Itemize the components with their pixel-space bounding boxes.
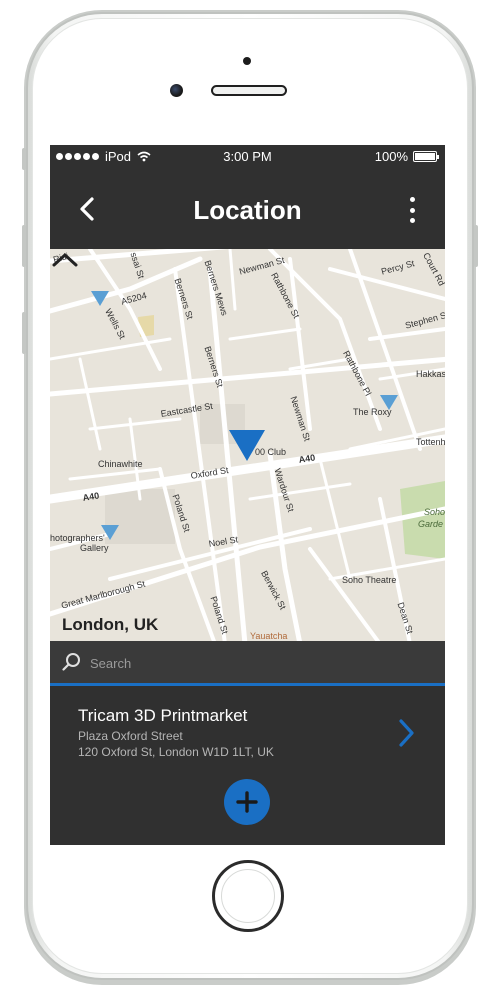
map-label: Soho Sq <box>424 507 445 517</box>
chevron-up-icon[interactable] <box>50 249 80 269</box>
map-label: Hakkas <box>416 369 445 379</box>
page-title: Location <box>193 195 302 225</box>
map-label: Soho Theatre <box>342 575 397 585</box>
chevron-right-icon[interactable] <box>394 716 418 750</box>
map-label: 00 Club <box>255 447 287 457</box>
earpiece-speaker <box>211 85 287 96</box>
volume-down-button <box>22 312 26 354</box>
plus-icon <box>236 791 258 813</box>
status-right: 100% <box>374 149 439 164</box>
search-input[interactable] <box>90 653 420 673</box>
power-button <box>474 225 478 267</box>
front-camera <box>170 84 183 97</box>
proximity-sensor <box>243 57 251 65</box>
map-label: hotographers' <box>50 533 105 543</box>
search-icon <box>62 653 80 671</box>
battery-icon <box>413 151 439 162</box>
map-label: Garde <box>418 519 444 529</box>
map-label: Yauatcha <box>250 631 288 641</box>
status-bar: iPod 3:00 PM 100% <box>50 145 445 167</box>
map-label: Gallery <box>80 543 109 553</box>
poi-marker[interactable] <box>91 291 109 306</box>
nav-bar: Location <box>50 167 445 249</box>
map-label: The Roxy <box>353 407 392 417</box>
map-view[interactable]: Ridi ssai St A5204 Wells St Berners St B… <box>50 249 445 641</box>
location-label: London, UK <box>62 615 159 634</box>
volume-up-button <box>22 225 26 267</box>
more-vertical-icon[interactable] <box>407 197 417 223</box>
home-button[interactable] <box>212 860 284 932</box>
map-label: Chinawhite <box>98 459 143 469</box>
battery-percent: 100% <box>374 149 408 164</box>
map-label: Tottenh <box>416 437 445 447</box>
mute-switch <box>22 148 26 170</box>
search-bar <box>50 641 445 686</box>
add-button[interactable] <box>224 779 270 825</box>
result-name: Tricam 3D Printmarket <box>78 706 248 725</box>
home-button-ring <box>221 869 275 923</box>
location-result-card[interactable]: Tricam 3D Printmarket Plaza Oxford Stree… <box>50 686 445 776</box>
app-screen: iPod 3:00 PM 100% Location Ridi ssai St … <box>50 145 445 845</box>
result-address-line2: 120 Oxford St, London W1D 1LT, UK <box>78 745 274 759</box>
result-address-line1: Plaza Oxford Street <box>78 729 183 743</box>
